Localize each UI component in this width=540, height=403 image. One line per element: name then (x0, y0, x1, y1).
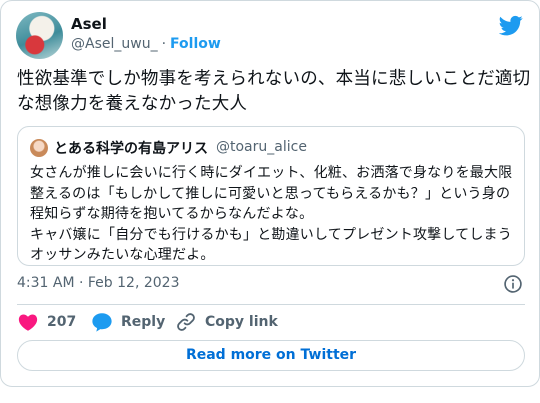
quoted-author-handle: @toaru_alice (216, 139, 307, 155)
copy-link-label: Copy link (205, 314, 278, 330)
tweet-timestamp[interactable]: 4:31 AM · Feb 12, 2023 (17, 275, 179, 291)
follow-button[interactable]: Follow (170, 36, 221, 52)
author-name[interactable]: Asel (71, 15, 107, 33)
reply-label: Reply (121, 314, 166, 330)
quoted-tweet[interactable]: とある科学の有島アリス @toaru_alice 女さんが推しに会いに行く時にダ… (17, 126, 525, 266)
reply-button[interactable]: Reply (91, 311, 165, 333)
reply-bubble-icon (92, 313, 112, 332)
like-button[interactable]: 207 (17, 311, 76, 333)
quoted-tweet-text: 女さんが推しに会いに行く時にダイエット、化粧、お洒落で身なりを最大限整えるのは「… (30, 165, 513, 263)
quoted-author-avatar (30, 139, 48, 157)
twitter-bird-icon[interactable] (499, 13, 523, 37)
read-more-button[interactable]: Read more on Twitter (17, 340, 525, 371)
tweet-text: 性欲基準でしか物事を考えられないの、本当に悲しいことだ適切な想像力を養えなかった… (17, 69, 531, 114)
link-icon (177, 313, 195, 331)
like-count: 207 (47, 314, 77, 330)
tweet-embed-card: Asel @Asel_uwu_ · Follow 性欲基準でしか物事を考えられないの… (0, 0, 540, 387)
author-handle-row: @Asel_uwu_ · Follow (71, 36, 221, 52)
separator-dot: · (161, 36, 167, 52)
copy-link-button[interactable]: Copy link (175, 311, 278, 333)
heart-icon (18, 314, 38, 331)
divider (17, 304, 525, 305)
author-avatar[interactable] (16, 12, 63, 59)
author-handle[interactable]: @Asel_uwu_ (71, 36, 158, 52)
quoted-author-name: とある科学の有島アリス (54, 141, 208, 157)
info-icon[interactable] (503, 274, 523, 294)
